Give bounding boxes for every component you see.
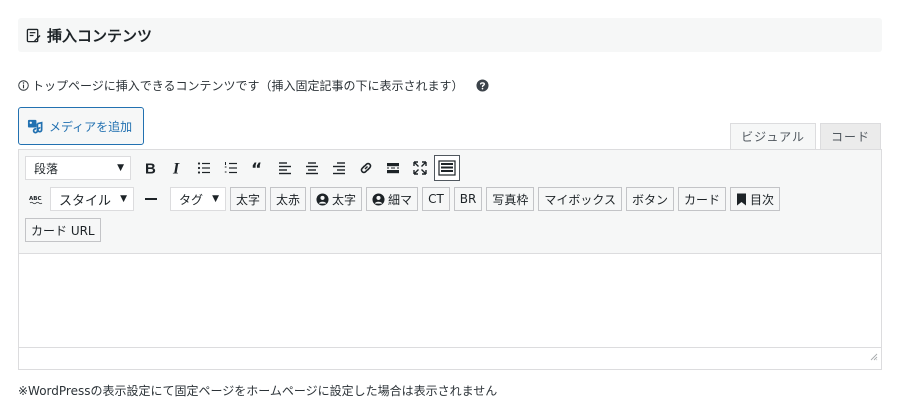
editor-status-bar [19,348,881,368]
read-more-button[interactable] [380,155,406,181]
bold-tag-label: 太字 [236,192,261,207]
user-marker-label: 細マ [388,192,413,207]
numbered-list-icon [224,162,237,174]
bold-red-label: 太赤 [276,192,301,207]
chevron-down-icon: ▼ [212,194,219,204]
chevron-down-icon: ▼ [117,163,124,173]
svg-text:B: B [145,161,156,177]
editor-mode-tabs: ビジュアル コード [730,123,881,149]
horizontal-rule-button[interactable] [138,186,164,212]
card-url-button[interactable]: カード URL [25,218,101,242]
blockquote-button[interactable]: “ [245,155,271,181]
card-url-label: カード URL [31,223,95,238]
link-icon [360,162,372,174]
resize-handle[interactable] [869,346,878,365]
info-icon [18,79,29,91]
toc-label: 目次 [750,192,775,207]
align-right-icon [333,162,345,175]
edit-page-icon [26,28,41,42]
tag-select-value: タグ [179,192,204,207]
insert-button-button[interactable]: ボタン [626,187,675,211]
rich-text-editor: 段落 ▼ B I “ ABC スタイル ▼ タグ ▼ 太字 太赤 太字 細マ C… [18,149,882,370]
toc-button[interactable]: 目次 [730,187,781,211]
user-bold-button[interactable]: 太字 [310,187,363,211]
editor-toolbar: 段落 ▼ B I “ ABC スタイル ▼ タグ ▼ 太字 太赤 太字 細マ C… [19,150,881,254]
format-select-value: 段落 [34,161,59,176]
media-icon [27,119,43,133]
resize-handle-icon [870,353,878,361]
svg-text:“: “ [251,160,262,176]
bold-icon: B [145,161,156,177]
tab-code[interactable]: コード [819,123,881,149]
svg-text:I: I [172,161,180,177]
align-right-button[interactable] [326,155,352,181]
card-button[interactable]: カード [678,187,727,211]
info-text: トップページに挿入できるコンテンツです（挿入固定記事の下に表示されます） [32,78,464,93]
toolbar-row-2: ABC スタイル ▼ タグ ▼ 太字 太赤 太字 細マ CT BR 写真枠 マイ… [25,185,875,213]
add-media-label: メディアを追加 [49,119,133,134]
spellcheck-icon: ABC [29,196,43,205]
section-title: 挿入コンテンツ [47,26,153,45]
user-circle-icon [372,192,385,206]
align-left-icon [279,162,291,175]
blockquote-icon: “ [251,160,262,176]
user-marker-button[interactable]: 細マ [366,187,419,211]
ct-label: CT [428,192,444,206]
italic-button[interactable]: I [164,155,190,181]
add-media-button[interactable]: メディアを追加 [18,107,144,145]
my-box-label: マイボックス [544,192,617,207]
fullscreen-icon [413,161,427,175]
info-line: トップページに挿入できるコンテンツです（挿入固定記事の下に表示されます） [18,76,489,94]
align-center-icon [306,162,318,175]
my-box-button[interactable]: マイボックス [538,187,623,211]
fullscreen-button[interactable] [407,155,433,181]
user-circle-icon [316,192,329,206]
footnote: ※WordPressの表示設定にて固定ページをホームページに設定した場合は表示さ… [18,384,498,398]
tag-select[interactable]: タグ ▼ [170,187,226,211]
toolbar-toggle-button[interactable] [434,155,460,181]
help-icon[interactable] [475,78,489,92]
align-center-button[interactable] [299,155,325,181]
bookmark-icon [737,193,747,205]
br-button[interactable]: BR [453,187,483,211]
read-more-icon [387,163,399,174]
br-label: BR [459,192,477,206]
bold-red-button[interactable]: 太赤 [270,187,307,211]
tab-visual[interactable]: ビジュアル [730,123,816,149]
style-select[interactable]: スタイル ▼ [50,187,134,211]
ct-button[interactable]: CT [422,187,450,211]
link-button[interactable] [353,155,379,181]
numbered-list-button[interactable] [218,155,244,181]
style-select-value: スタイル [59,193,112,209]
bold-tag-button[interactable]: 太字 [230,187,267,211]
editor-content-area[interactable] [19,254,881,348]
user-bold-label: 太字 [332,192,357,207]
bold-button[interactable]: B [137,155,163,181]
spellcheck-button[interactable]: ABC [25,186,49,212]
toolbar-row-1: 段落 ▼ B I “ [25,154,875,182]
italic-icon: I [172,161,180,177]
insert-button-label: ボタン [632,192,669,207]
toolbar-row-3: カード URL [25,216,875,244]
bulleted-list-button[interactable] [191,155,217,181]
toolbar-toggle-icon [438,160,456,176]
photo-frame-label: 写真枠 [492,192,529,207]
align-left-button[interactable] [272,155,298,181]
format-select[interactable]: 段落 ▼ [25,156,131,180]
card-label: カード [684,192,721,207]
bulleted-list-icon [197,162,210,174]
photo-frame-button[interactable]: 写真枠 [486,187,535,211]
horizontal-rule-icon [145,198,157,200]
svg-text:ABC: ABC [29,196,42,202]
section-header: 挿入コンテンツ [18,18,882,52]
chevron-down-icon: ▼ [120,194,127,204]
